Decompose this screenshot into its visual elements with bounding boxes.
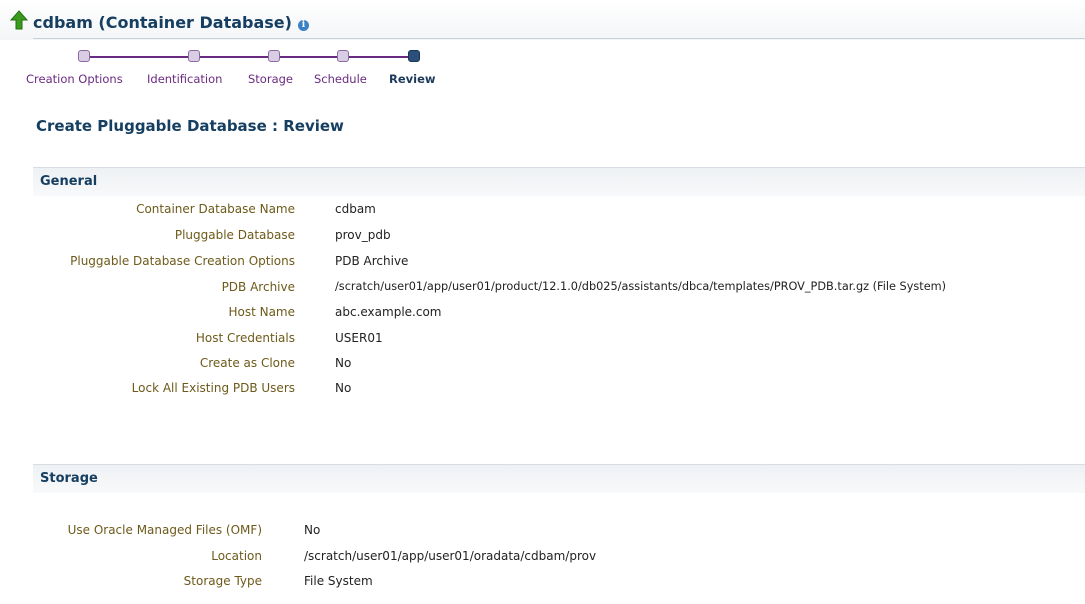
value-pdb-archive: /scratch/user01/app/user01/product/12.1.… xyxy=(335,280,947,293)
label-create-as-clone: Create as Clone xyxy=(199,356,295,370)
page-heading: Create Pluggable Database : Review xyxy=(36,117,344,135)
step-identification[interactable]: Identification xyxy=(147,72,222,86)
train-stop-schedule[interactable] xyxy=(337,50,349,62)
train-connector xyxy=(278,56,343,58)
value-storage-type: File System xyxy=(304,574,373,588)
value-pluggable-database: prov_pdb xyxy=(335,228,391,242)
label-host-credentials: Host Credentials xyxy=(195,331,295,345)
train-connector xyxy=(346,56,408,58)
step-schedule[interactable]: Schedule xyxy=(314,72,367,86)
train-stop-review xyxy=(408,50,420,62)
label-lock-pdb-users: Lock All Existing PDB Users xyxy=(131,381,295,395)
storage-section-header: Storage xyxy=(33,464,1085,493)
value-creation-options: PDB Archive xyxy=(335,254,409,268)
title-text: cdbam (Container Database) xyxy=(33,13,292,32)
value-container-database-name: cdbam xyxy=(335,202,376,216)
storage-section-title: Storage xyxy=(40,471,98,486)
value-lock-pdb-users: No xyxy=(335,381,352,395)
train-stop-creation-options[interactable] xyxy=(78,50,90,62)
page-title: cdbam (Container Database) i xyxy=(33,13,309,32)
general-section-title: General xyxy=(40,174,98,189)
page-header: cdbam (Container Database) i xyxy=(0,0,1085,40)
train-connector xyxy=(198,56,275,58)
label-location: Location xyxy=(211,549,262,563)
step-storage[interactable]: Storage xyxy=(248,72,293,86)
label-pluggable-database: Pluggable Database xyxy=(174,228,295,242)
label-storage-type: Storage Type xyxy=(183,574,262,588)
info-icon[interactable]: i xyxy=(297,20,309,31)
value-omf: No xyxy=(304,523,321,537)
step-review: Review xyxy=(389,72,436,86)
label-creation-options: Pluggable Database Creation Options xyxy=(70,254,295,268)
value-create-as-clone: No xyxy=(335,356,352,370)
train-connector xyxy=(88,56,195,58)
train-stop-identification[interactable] xyxy=(188,50,200,62)
value-host-credentials: USER01 xyxy=(335,331,383,345)
up-arrow-icon[interactable] xyxy=(10,10,28,30)
value-host-name: abc.example.com xyxy=(335,305,442,319)
label-host-name: Host Name xyxy=(228,305,295,319)
label-container-database-name: Container Database Name xyxy=(136,202,295,216)
train-stop-storage[interactable] xyxy=(268,50,280,62)
general-section-header: General xyxy=(33,167,1085,196)
step-creation-options[interactable]: Creation Options xyxy=(26,72,123,86)
header-divider xyxy=(33,38,1085,39)
label-pdb-archive: PDB Archive xyxy=(221,280,295,294)
label-omf: Use Oracle Managed Files (OMF) xyxy=(67,523,262,537)
value-location: /scratch/user01/app/user01/oradata/cdbam… xyxy=(304,549,597,563)
